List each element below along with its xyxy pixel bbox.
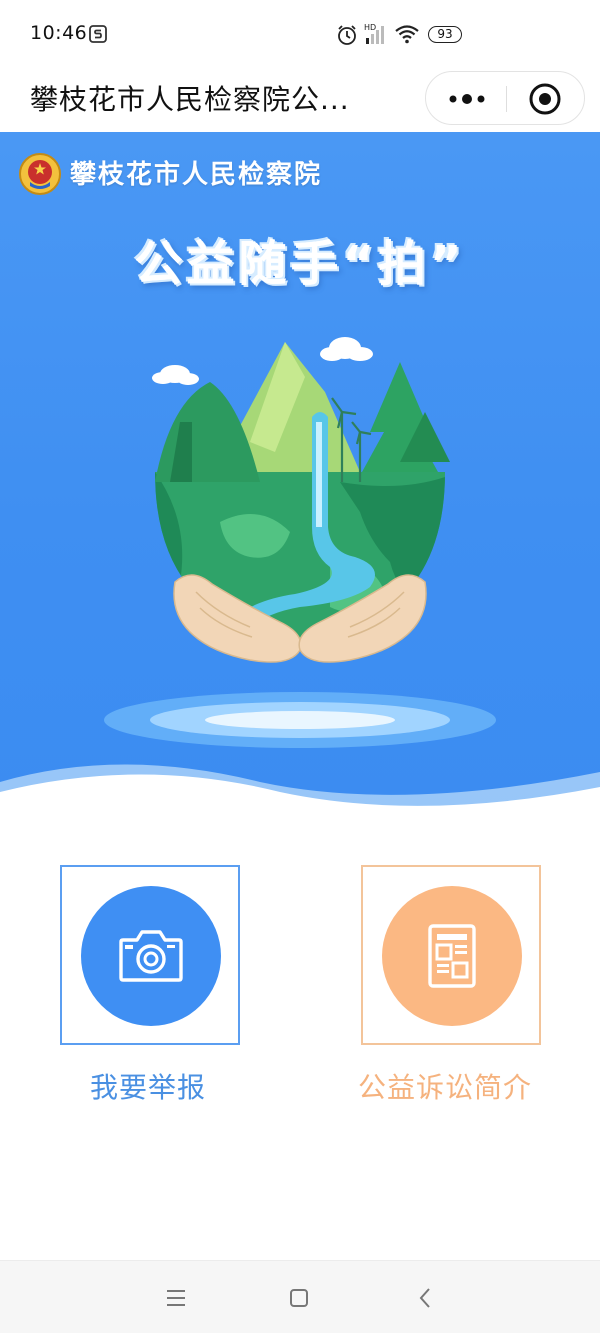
- more-menu-button[interactable]: [445, 88, 493, 110]
- page: 10:46 HD 93 攀枝花市人民检察院公... 攀枝花市人民检察院 公益随手…: [0, 0, 600, 1333]
- capsule-divider: [506, 86, 507, 112]
- home-square-icon[interactable]: [289, 1288, 309, 1312]
- light-pool: [104, 692, 496, 748]
- recent-apps-menu-icon[interactable]: [166, 1289, 186, 1311]
- notification-s-icon: [89, 25, 107, 47]
- document-icon: [428, 924, 476, 988]
- system-nav-bar: [0, 1260, 600, 1333]
- battery-indicator: 93: [428, 26, 462, 43]
- back-chevron-icon[interactable]: [418, 1287, 432, 1313]
- banner-headline: 公益随手“拍”: [134, 236, 466, 292]
- intro-label[interactable]: 公益诉讼简介: [358, 1066, 532, 1106]
- status-bar: 10:46 HD 93: [0, 0, 600, 66]
- wifi-icon: [394, 24, 420, 48]
- organization-name: 攀枝花市人民检察院: [70, 160, 323, 190]
- close-mini-program-button[interactable]: [528, 82, 562, 116]
- camera-icon: [119, 930, 183, 982]
- status-time: 10:46: [30, 22, 88, 44]
- intro-circle: [382, 886, 522, 1026]
- report-circle: [81, 886, 221, 1026]
- alarm-icon: [336, 24, 358, 50]
- signal-icon: HD: [364, 22, 390, 50]
- hero-banner: 攀枝花市人民检察院 公益随手“拍”: [0, 132, 600, 832]
- procuratorate-emblem-icon: [18, 152, 62, 200]
- earth-in-hands-illustration: [152, 337, 450, 663]
- public-interest-litigation-intro-button[interactable]: [361, 865, 541, 1045]
- report-label[interactable]: 我要举报: [90, 1066, 206, 1106]
- mini-program-titlebar: 攀枝花市人民检察院公...: [0, 66, 600, 132]
- page-title: 攀枝花市人民检察院公...: [30, 83, 350, 116]
- capsule-menu: [425, 71, 585, 125]
- report-button[interactable]: [60, 865, 240, 1045]
- wave-divider: [0, 764, 600, 832]
- network-label: HD: [364, 23, 376, 32]
